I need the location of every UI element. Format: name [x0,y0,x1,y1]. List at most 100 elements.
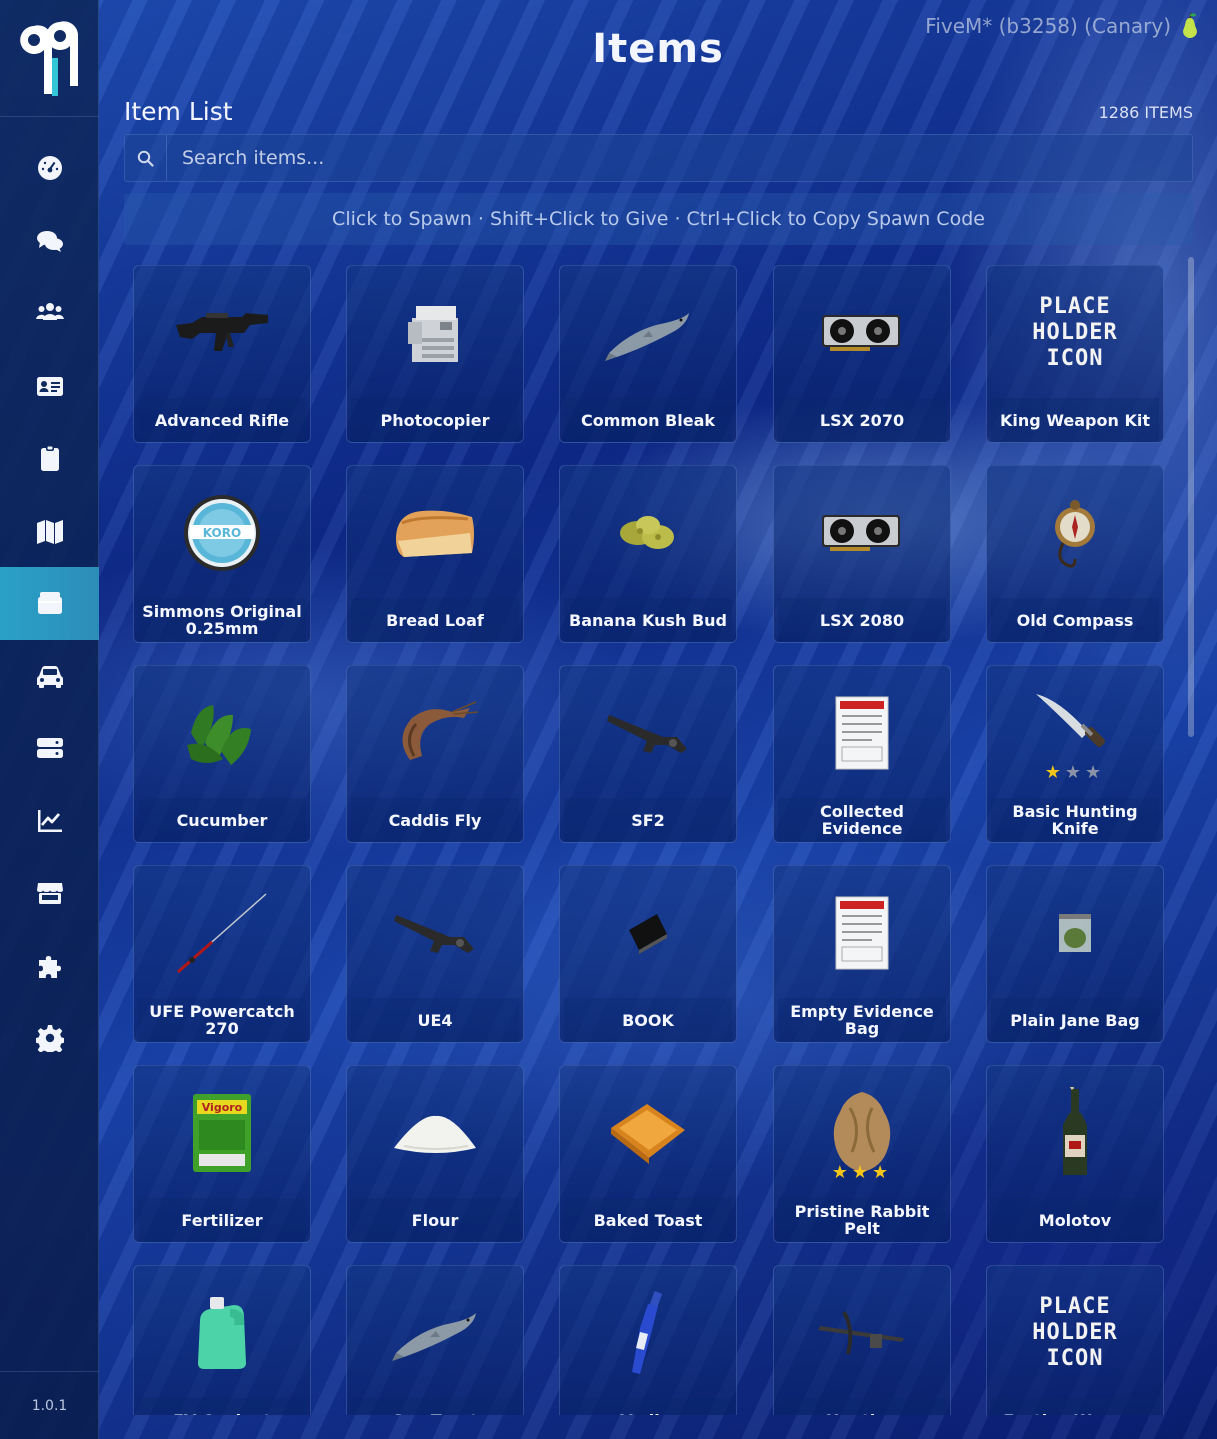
app-logo[interactable] [0,0,99,117]
item-name: Empty Evidence Bag [778,998,946,1042]
item-card[interactable]: Flour [346,1065,524,1243]
item-name: SF2 [564,798,732,842]
item-card[interactable]: Empty Evidence Bag [773,865,951,1043]
item-name: Bread Loaf [351,598,519,642]
sidebar-item-puzzle[interactable] [0,930,99,1003]
item-name: Basic Hunting Knife [991,798,1159,842]
sidebar-item-items-box[interactable] [0,567,99,640]
baggie-icon [987,866,1163,1000]
clipboard-icon [40,445,59,472]
item-card[interactable]: Collected Evidence [773,665,951,843]
placeholder-icon: PLACE HOLDER ICON [1032,294,1118,371]
book-icon [560,866,736,1000]
dashboard-icon [37,156,62,181]
sidebar-item-players[interactable] [0,277,99,350]
item-card[interactable]: EV Coolant [133,1265,311,1415]
item-name: Festive Weapon [991,1398,1159,1415]
sidebar-item-id-card[interactable] [0,350,99,423]
item-card[interactable]: Plain Jane Bag [986,865,1164,1043]
crossbow-icon [774,1266,950,1400]
item-card[interactable]: ★★★ Basic Hunting Knife [986,665,1164,843]
shrimp-icon [347,666,523,800]
jug-icon [134,1266,310,1400]
sidebar-item-dashboard[interactable] [0,132,99,205]
item-name: Vodka [564,1398,732,1415]
item-card[interactable]: Bread Loaf [346,465,524,643]
sidebar-item-clipboard[interactable] [0,422,99,495]
fish-icon [347,1266,523,1400]
item-name: Collected Evidence [778,798,946,842]
item-card[interactable]: Baked Toast [559,1065,737,1243]
item-name: Molotov [991,1198,1159,1242]
build-label: FiveM* (b3258) (Canary) [925,14,1171,38]
item-name: Baked Toast [564,1198,732,1242]
item-name: Caddis Fly [351,798,519,842]
chat-icon [36,230,63,252]
item-card[interactable]: Vigoro Fertilizer [133,1065,311,1243]
vodka-icon [560,1266,736,1400]
fishing-rod-icon [134,866,310,1000]
item-card[interactable]: UFE Powercatch 270 [133,865,311,1043]
usage-hint: Click to Spawn · Shift+Click to Give · C… [124,193,1193,245]
bottle-icon [987,1066,1163,1200]
item-card[interactable]: Photocopier [346,265,524,443]
pear-icon [1183,12,1197,38]
item-card[interactable]: Old Compass [986,465,1164,643]
items-box-icon [37,592,62,615]
item-card[interactable]: ★★★ Pristine Rabbit Pelt [773,1065,951,1243]
sidebar-item-server[interactable] [0,712,99,785]
item-name: Simmons Original 0.25mm [138,598,306,642]
search-icon[interactable] [125,135,167,181]
compass-icon [987,466,1163,600]
car-icon [36,665,63,688]
item-name: Common Bleak [564,398,732,442]
svg-text:KORO: KORO [203,526,241,540]
item-card[interactable]: Sea Trout [346,1265,524,1415]
item-card[interactable]: Cucumber [133,665,311,843]
placeholder-icon: PLACE HOLDER ICON [1032,1294,1118,1371]
item-name: LSX 2070 [778,398,946,442]
item-name: Flour [351,1198,519,1242]
sidebar-item-car[interactable] [0,640,99,713]
placeholder-icon: PLACE HOLDER ICON [987,1266,1163,1400]
puzzle-icon [38,955,61,978]
item-card[interactable]: PLACE HOLDER ICON King Weapon Kit [986,265,1164,443]
item-name: Photocopier [351,398,519,442]
item-grid: Advanced Rifle Photocopier Common Bleak LSX… [124,257,1184,1415]
item-name: UE4 [351,998,519,1042]
photocopier-icon [347,266,523,400]
gun-icon [560,666,736,800]
item-card[interactable]: Molotov [986,1065,1164,1243]
store-icon [36,883,63,905]
item-name: Plain Jane Bag [991,998,1159,1042]
sidebar-item-chart[interactable] [0,785,99,858]
sidebar-item-store[interactable] [0,857,99,930]
item-name: Cucumber [138,798,306,842]
item-card[interactable]: LSX 2070 [773,265,951,443]
item-name: Pristine Rabbit Pelt [778,1198,946,1242]
item-card[interactable]: PLACEHOLDERICON Festive Weapon [986,1265,1164,1415]
item-card[interactable]: Advanced Rifle [133,265,311,443]
scrollbar[interactable] [1188,257,1194,737]
evidence-bag-icon [774,666,950,800]
item-card[interactable]: Common Bleak [559,265,737,443]
sidebar-item-chat[interactable] [0,205,99,278]
item-name: Fertilizer [138,1198,306,1242]
item-name: Sea Trout [351,1398,519,1415]
item-card[interactable]: Hunting [773,1265,951,1415]
bread-icon [347,466,523,600]
item-card[interactable]: LSX 2080 [773,465,951,643]
bud-icon [560,466,736,600]
item-card[interactable]: Banana Kush Bud [559,465,737,643]
item-card[interactable]: SF2 [559,665,737,843]
search-input[interactable] [167,135,1192,181]
sidebar-item-map[interactable] [0,495,99,568]
item-card[interactable]: KORO Simmons Original 0.25mm [133,465,311,643]
item-card[interactable]: UE4 [346,865,524,1043]
sidebar-item-settings-gear[interactable] [0,1002,99,1075]
id-card-icon [36,376,63,396]
item-card[interactable]: Vodka [559,1265,737,1415]
item-card[interactable]: Caddis Fly [346,665,524,843]
item-card[interactable]: BOOK [559,865,737,1043]
svg-text:Vigoro: Vigoro [202,1101,243,1114]
